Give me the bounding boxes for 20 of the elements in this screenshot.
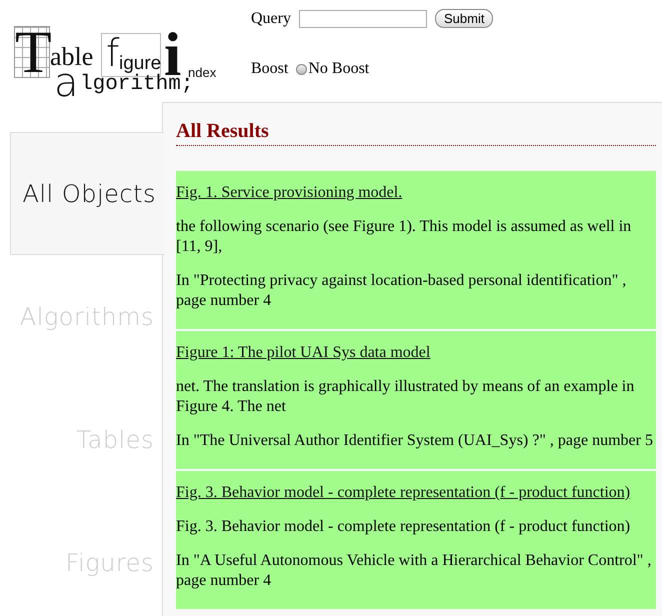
result-source: In "The Universal Author Identifier System (UAI_Sys) ?" , page number 5 [176, 431, 654, 451]
query-label: Query [251, 10, 291, 28]
result-source: In "A Useful Autonomous Vehicle with a Hierarchical Behavior Control" , page number 4 [176, 551, 652, 591]
result-source: In "Protecting privacy against location-based personal identification" , page number 4 [176, 271, 628, 311]
query-field[interactable] [298, 10, 427, 28]
logo-text: igure [119, 54, 162, 73]
results-heading: All Results [176, 119, 656, 146]
result-title-link[interactable]: Figure 1: The pilot UAI Sys data model [176, 343, 654, 363]
sidebar-tab[interactable]: All Objects [10, 132, 164, 255]
boost-label: Boost [251, 60, 288, 78]
result-title-link[interactable]: Fig. 3. Behavior model - complete representation (f - product function) [176, 483, 654, 503]
result-snippet: net. The translation is graphically illustrated by means of an example in Figure 4. The net [176, 377, 636, 417]
logo-text: ndex [188, 66, 216, 79]
submit-button[interactable]: Submit [434, 9, 494, 28]
result-snippet: Fig. 3. Behavior model - complete representation (f - product function) [176, 517, 632, 537]
result-snippet: the following scenario (see Figure 1). This model is assumed as well in [11, 9], [176, 217, 632, 257]
radio-label[interactable]: No Boost [308, 60, 370, 78]
radio-button[interactable] [296, 64, 308, 74]
logo-letter: T [14, 26, 50, 78]
result-title-link[interactable]: Fig. 1. Service provisioning model. [176, 183, 654, 203]
